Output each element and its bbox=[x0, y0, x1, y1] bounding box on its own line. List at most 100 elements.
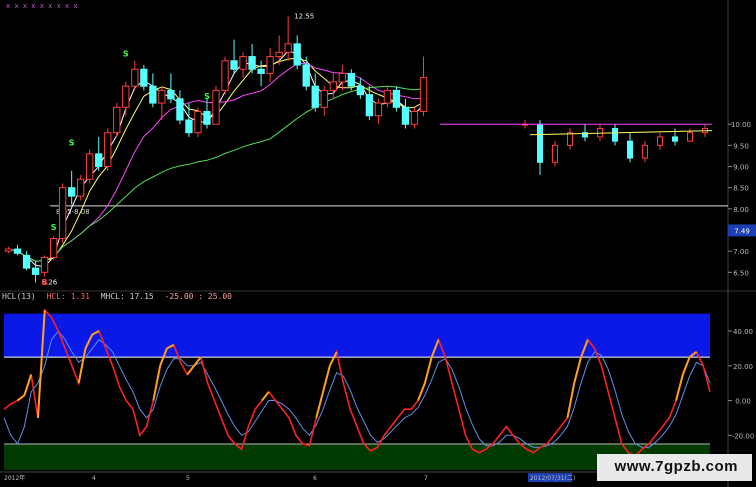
candle-body bbox=[257, 68, 265, 74]
candle-body bbox=[58, 187, 67, 239]
ma-short-line bbox=[8, 50, 424, 268]
high-price-label: 12.55 bbox=[294, 12, 314, 20]
candle-body bbox=[338, 72, 346, 83]
candle-body bbox=[22, 254, 31, 269]
hcl-rising-segment bbox=[423, 356, 433, 384]
candle-body bbox=[320, 89, 328, 108]
hcl-legend: HCL: 1.31 bbox=[46, 292, 90, 301]
candle-body bbox=[212, 89, 220, 125]
candle-body bbox=[77, 178, 85, 197]
indicator-tick-label: 40.00 bbox=[733, 328, 753, 336]
x-axis-label: 4 bbox=[92, 475, 96, 482]
indicator-tick-label: -20.00 bbox=[732, 432, 755, 440]
hcl-rising-segment bbox=[152, 365, 162, 401]
candle-body bbox=[68, 187, 76, 197]
indicator-title: HCL(13) bbox=[2, 292, 36, 301]
signal-mark: S bbox=[51, 223, 57, 232]
candle-body bbox=[221, 60, 229, 91]
signal-mark: S bbox=[123, 50, 129, 59]
indicator-tick-label: 20.00 bbox=[733, 363, 753, 371]
candle-body bbox=[627, 140, 633, 159]
candle-body bbox=[401, 106, 410, 125]
x-axis-label: 5 bbox=[186, 475, 190, 482]
candle-body bbox=[284, 43, 292, 53]
price-tick-label: 9.00 bbox=[733, 164, 749, 172]
candle-body bbox=[185, 119, 193, 134]
candle-body bbox=[410, 111, 419, 125]
signal-mark: S bbox=[69, 138, 75, 147]
hcl-rising-segment bbox=[23, 374, 33, 396]
x-axis-label: 2012/07/31(二) bbox=[530, 475, 575, 482]
candle-body bbox=[293, 43, 301, 66]
candle-body bbox=[176, 98, 184, 121]
candle-body bbox=[537, 123, 543, 163]
candle-body bbox=[329, 81, 337, 91]
price-tick-label: 8.00 bbox=[733, 206, 749, 214]
candle-body bbox=[113, 106, 121, 134]
candle-body bbox=[13, 248, 22, 254]
candle-body bbox=[687, 132, 693, 142]
price-tick-label: 7.00 bbox=[733, 248, 749, 256]
candle-body bbox=[248, 56, 256, 70]
x-axis-label: 2012年 bbox=[4, 474, 25, 482]
candle-body bbox=[374, 102, 383, 117]
candle-body bbox=[347, 72, 355, 87]
hcl-rising-segment bbox=[315, 391, 325, 419]
candle-body bbox=[567, 132, 573, 146]
hcl-rising-segment bbox=[261, 391, 270, 402]
candle-body bbox=[203, 111, 211, 125]
price-tick-label: 10.00 bbox=[731, 121, 751, 129]
candle-body bbox=[356, 85, 364, 96]
candle-body bbox=[122, 85, 130, 108]
candle-body bbox=[642, 144, 648, 159]
hcl-rising-segment bbox=[322, 365, 331, 393]
ma-mid-tail bbox=[529, 130, 713, 136]
candle-body bbox=[149, 85, 157, 104]
candle-body bbox=[95, 153, 103, 168]
signal-mark: B bbox=[42, 278, 48, 287]
hcl-rising-segment bbox=[566, 382, 576, 419]
indicator-tick-label: 0.00 bbox=[735, 398, 751, 406]
candle-body bbox=[311, 85, 319, 108]
price-tick-label: 8.50 bbox=[733, 185, 749, 193]
candle-body bbox=[140, 68, 148, 87]
candle-body bbox=[392, 89, 401, 108]
candle-body bbox=[40, 257, 49, 273]
upper-band bbox=[4, 313, 710, 358]
candle-body bbox=[131, 68, 139, 87]
top-markers: x x x x x x x x x bbox=[6, 2, 78, 10]
candle-body bbox=[552, 144, 558, 163]
signal-mark: S bbox=[204, 92, 210, 101]
candle-body bbox=[275, 51, 283, 58]
mhcl-legend: MHCL: 17.15 bbox=[100, 292, 154, 301]
candle-body bbox=[230, 60, 238, 70]
stock-chart: x x x x x x x x x8.05-8.0810.009.509.008… bbox=[0, 0, 756, 487]
candle-body bbox=[266, 56, 274, 74]
price-tick-label: 9.50 bbox=[733, 142, 749, 150]
hcl-rising-segment bbox=[573, 356, 582, 384]
candle-body bbox=[158, 89, 166, 104]
candle-body bbox=[4, 248, 13, 252]
candle-body bbox=[302, 64, 310, 87]
candle-body bbox=[657, 136, 663, 146]
x-axis-label: 7 bbox=[424, 475, 428, 482]
hcl-rising-segment bbox=[681, 356, 691, 375]
candle-body bbox=[239, 56, 247, 70]
candle-body bbox=[419, 77, 428, 113]
candle-body bbox=[167, 89, 175, 100]
hcl-rising-segment bbox=[186, 365, 195, 376]
candle-body bbox=[31, 267, 40, 275]
candle-body bbox=[194, 111, 202, 134]
x-axis-label: 6 bbox=[313, 475, 317, 482]
candle-body bbox=[383, 89, 392, 104]
candle-body bbox=[104, 132, 112, 168]
current-price-label: 7.49 bbox=[734, 227, 750, 235]
candle-body bbox=[49, 237, 58, 258]
candle-body bbox=[365, 94, 374, 117]
candle-body bbox=[672, 136, 678, 142]
candle-body bbox=[612, 127, 618, 142]
candle-body bbox=[86, 153, 94, 180]
price-tick-label: 6.50 bbox=[733, 269, 749, 277]
indicator-legend: HCL(13) HCL: 1.31 MHCL: 17.15 -25.00 : 2… bbox=[2, 292, 238, 301]
levels-legend: -25.00 : 25.00 bbox=[164, 292, 232, 301]
